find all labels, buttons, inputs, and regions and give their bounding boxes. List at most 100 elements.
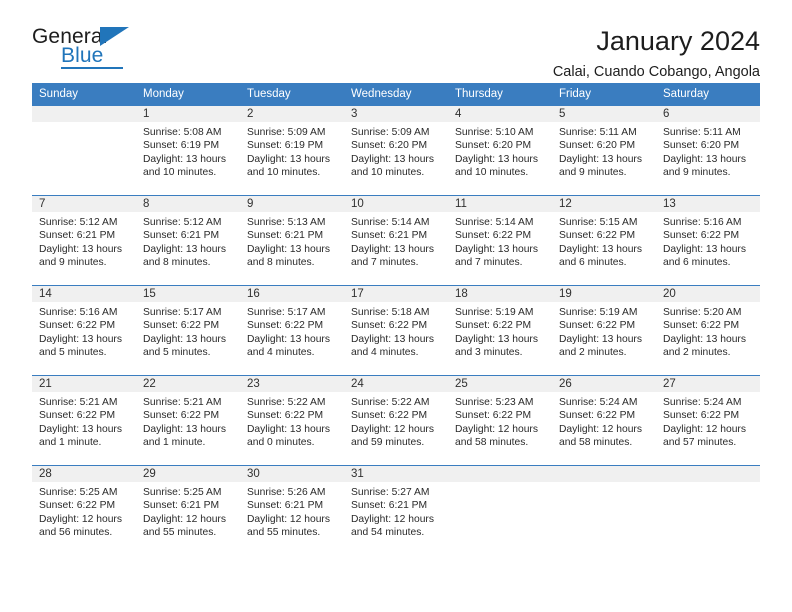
calendar-day-cell[interactable]: 19 Sunrise: 5:19 AM Sunset: 6:22 PM Dayligh…	[552, 285, 656, 376]
calendar-day-cell[interactable]: 18 Sunrise: 5:19 AM Sunset: 6:22 PM Dayligh…	[448, 285, 552, 376]
sunset-text: Sunset: 6:22 PM	[351, 410, 428, 422]
sunrise-text: Sunrise: 5:27 AM	[351, 487, 430, 498]
sunrise-text: Sunrise: 5:25 AM	[143, 487, 222, 498]
sunrise-text: Sunrise: 5:18 AM	[351, 307, 430, 318]
calendar-day-cell[interactable]: 27 Sunrise: 5:24 AM Sunset: 6:22 PM Dayligh…	[656, 375, 760, 466]
daylight-text-line2: and 58 minutes.	[559, 437, 633, 449]
sunrise-text: Sunrise: 5:24 AM	[663, 397, 742, 408]
daylight-text-line2: and 4 minutes.	[247, 347, 315, 359]
calendar-day-cell[interactable]: 30 Sunrise: 5:26 AM Sunset: 6:21 PM Dayligh…	[240, 465, 344, 556]
logo-triangle-icon	[100, 27, 129, 46]
calendar-day-cell[interactable]: 13 Sunrise: 5:16 AM Sunset: 6:22 PM Dayligh…	[656, 195, 760, 286]
sunrise-text: Sunrise: 5:08 AM	[143, 127, 222, 138]
day-details: Sunrise: 5:25 AM Sunset: 6:22 PM Daylight:…	[32, 482, 136, 540]
calendar-day-cell[interactable]: 14 Sunrise: 5:16 AM Sunset: 6:22 PM Dayligh…	[32, 285, 136, 376]
day-details: Sunrise: 5:16 AM Sunset: 6:22 PM Daylight:…	[656, 212, 760, 270]
calendar-day-cell[interactable]: 24 Sunrise: 5:22 AM Sunset: 6:22 PM Dayligh…	[344, 375, 448, 466]
calendar-day-cell-empty	[32, 105, 136, 196]
daylight-text-line1: Daylight: 13 hours	[455, 243, 538, 255]
sunset-text: Sunset: 6:19 PM	[247, 140, 324, 152]
calendar-week-row: 28 Sunrise: 5:25 AM Sunset: 6:22 PM Dayligh…	[32, 465, 760, 556]
calendar-day-cell[interactable]: 1 Sunrise: 5:08 AM Sunset: 6:19 PM Daylight…	[136, 105, 240, 196]
calendar-day-cell[interactable]: 17 Sunrise: 5:18 AM Sunset: 6:22 PM Dayligh…	[344, 285, 448, 376]
calendar-day-cell[interactable]: 22 Sunrise: 5:21 AM Sunset: 6:22 PM Dayligh…	[136, 375, 240, 466]
calendar-day-cell[interactable]: 16 Sunrise: 5:17 AM Sunset: 6:22 PM Dayligh…	[240, 285, 344, 376]
calendar-day-cell[interactable]: 8 Sunrise: 5:12 AM Sunset: 6:21 PM Daylight…	[136, 195, 240, 286]
day-details: Sunrise: 5:10 AM Sunset: 6:20 PM Daylight:…	[448, 122, 552, 180]
day-details: Sunrise: 5:16 AM Sunset: 6:22 PM Daylight:…	[32, 302, 136, 360]
sunset-text: Sunset: 6:22 PM	[455, 320, 532, 332]
calendar-day-cell[interactable]: 3 Sunrise: 5:09 AM Sunset: 6:20 PM Daylight…	[344, 105, 448, 196]
calendar-day-cell[interactable]: 2 Sunrise: 5:09 AM Sunset: 6:19 PM Daylight…	[240, 105, 344, 196]
day-number: 29	[136, 466, 240, 482]
day-number: 16	[240, 286, 344, 302]
sunrise-text: Sunrise: 5:19 AM	[455, 307, 534, 318]
daylight-text-line1: Daylight: 13 hours	[143, 423, 226, 435]
calendar-day-cell[interactable]: 26 Sunrise: 5:24 AM Sunset: 6:22 PM Dayligh…	[552, 375, 656, 466]
calendar-day-cell[interactable]: 5 Sunrise: 5:11 AM Sunset: 6:20 PM Daylight…	[552, 105, 656, 196]
day-details: Sunrise: 5:21 AM Sunset: 6:22 PM Daylight:…	[136, 392, 240, 450]
calendar-day-cell[interactable]: 25 Sunrise: 5:23 AM Sunset: 6:22 PM Dayligh…	[448, 375, 552, 466]
sunrise-text: Sunrise: 5:21 AM	[39, 397, 118, 408]
weekday-header-monday: Monday	[136, 83, 240, 106]
day-number: 10	[344, 196, 448, 212]
daylight-text-line1: Daylight: 12 hours	[39, 513, 122, 525]
calendar-day-cell[interactable]: 4 Sunrise: 5:10 AM Sunset: 6:20 PM Daylight…	[448, 105, 552, 196]
sunrise-text: Sunrise: 5:22 AM	[247, 397, 326, 408]
daylight-text-line2: and 7 minutes.	[455, 257, 523, 269]
calendar-body: 1 Sunrise: 5:08 AM Sunset: 6:19 PM Daylight…	[32, 105, 760, 556]
calendar-day-cell[interactable]: 12 Sunrise: 5:15 AM Sunset: 6:22 PM Dayligh…	[552, 195, 656, 286]
calendar-day-cell[interactable]: 23 Sunrise: 5:22 AM Sunset: 6:22 PM Dayligh…	[240, 375, 344, 466]
daylight-text-line2: and 55 minutes.	[143, 527, 217, 539]
daylight-text-line2: and 55 minutes.	[247, 527, 321, 539]
day-details: Sunrise: 5:17 AM Sunset: 6:22 PM Daylight:…	[240, 302, 344, 360]
calendar-day-cell[interactable]: 10 Sunrise: 5:14 AM Sunset: 6:21 PM Dayligh…	[344, 195, 448, 286]
daylight-text-line1: Daylight: 12 hours	[351, 513, 434, 525]
day-details: Sunrise: 5:13 AM Sunset: 6:21 PM Daylight:…	[240, 212, 344, 270]
sunset-text: Sunset: 6:21 PM	[247, 230, 324, 242]
calendar-day-cell[interactable]: 11 Sunrise: 5:14 AM Sunset: 6:22 PM Dayligh…	[448, 195, 552, 286]
day-details: Sunrise: 5:24 AM Sunset: 6:22 PM Daylight:…	[656, 392, 760, 450]
calendar-day-cell[interactable]: 7 Sunrise: 5:12 AM Sunset: 6:21 PM Daylight…	[32, 195, 136, 286]
page-subtitle: Calai, Cuando Cobango, Angola	[552, 64, 760, 81]
calendar-day-cell[interactable]: 20 Sunrise: 5:20 AM Sunset: 6:22 PM Dayligh…	[656, 285, 760, 376]
daylight-text-line1: Daylight: 12 hours	[559, 423, 642, 435]
calendar-day-cell-empty	[448, 465, 552, 556]
sunset-text: Sunset: 6:20 PM	[455, 140, 532, 152]
daylight-text-line2: and 9 minutes.	[559, 167, 627, 179]
calendar-day-cell[interactable]: 29 Sunrise: 5:25 AM Sunset: 6:21 PM Dayligh…	[136, 465, 240, 556]
sunset-text: Sunset: 6:22 PM	[143, 410, 220, 422]
sunset-text: Sunset: 6:22 PM	[247, 320, 324, 332]
daylight-text-line2: and 10 minutes.	[351, 167, 425, 179]
daylight-text-line1: Daylight: 13 hours	[559, 333, 642, 345]
day-number	[448, 466, 552, 482]
sunset-text: Sunset: 6:22 PM	[559, 230, 636, 242]
calendar-day-cell[interactable]: 9 Sunrise: 5:13 AM Sunset: 6:21 PM Daylight…	[240, 195, 344, 286]
day-details: Sunrise: 5:09 AM Sunset: 6:20 PM Daylight:…	[344, 122, 448, 180]
daylight-text-line1: Daylight: 13 hours	[455, 153, 538, 165]
sunrise-text: Sunrise: 5:12 AM	[39, 217, 118, 228]
day-details: Sunrise: 5:17 AM Sunset: 6:22 PM Daylight:…	[136, 302, 240, 360]
calendar-day-cell[interactable]: 6 Sunrise: 5:11 AM Sunset: 6:20 PM Daylight…	[656, 105, 760, 196]
sunset-text: Sunset: 6:22 PM	[39, 320, 116, 332]
daylight-text-line2: and 10 minutes.	[455, 167, 529, 179]
sunrise-text: Sunrise: 5:09 AM	[351, 127, 430, 138]
calendar-day-cell[interactable]: 31 Sunrise: 5:27 AM Sunset: 6:21 PM Dayligh…	[344, 465, 448, 556]
daylight-text-line1: Daylight: 13 hours	[663, 243, 746, 255]
sunrise-text: Sunrise: 5:24 AM	[559, 397, 638, 408]
day-details: Sunrise: 5:22 AM Sunset: 6:22 PM Daylight:…	[344, 392, 448, 450]
calendar-day-cell[interactable]: 21 Sunrise: 5:21 AM Sunset: 6:22 PM Dayligh…	[32, 375, 136, 466]
day-details: Sunrise: 5:19 AM Sunset: 6:22 PM Daylight:…	[448, 302, 552, 360]
daylight-text-line1: Daylight: 13 hours	[247, 423, 330, 435]
calendar-day-cell[interactable]: 15 Sunrise: 5:17 AM Sunset: 6:22 PM Dayligh…	[136, 285, 240, 376]
calendar-day-cell-empty	[552, 465, 656, 556]
day-number: 19	[552, 286, 656, 302]
day-number: 28	[32, 466, 136, 482]
sunset-text: Sunset: 6:20 PM	[663, 140, 740, 152]
daylight-text-line1: Daylight: 13 hours	[143, 333, 226, 345]
daylight-text-line2: and 8 minutes.	[247, 257, 315, 269]
sunrise-text: Sunrise: 5:11 AM	[559, 127, 637, 138]
weekday-header-thursday: Thursday	[448, 83, 552, 106]
day-number: 31	[344, 466, 448, 482]
calendar-day-cell[interactable]: 28 Sunrise: 5:25 AM Sunset: 6:22 PM Dayligh…	[32, 465, 136, 556]
